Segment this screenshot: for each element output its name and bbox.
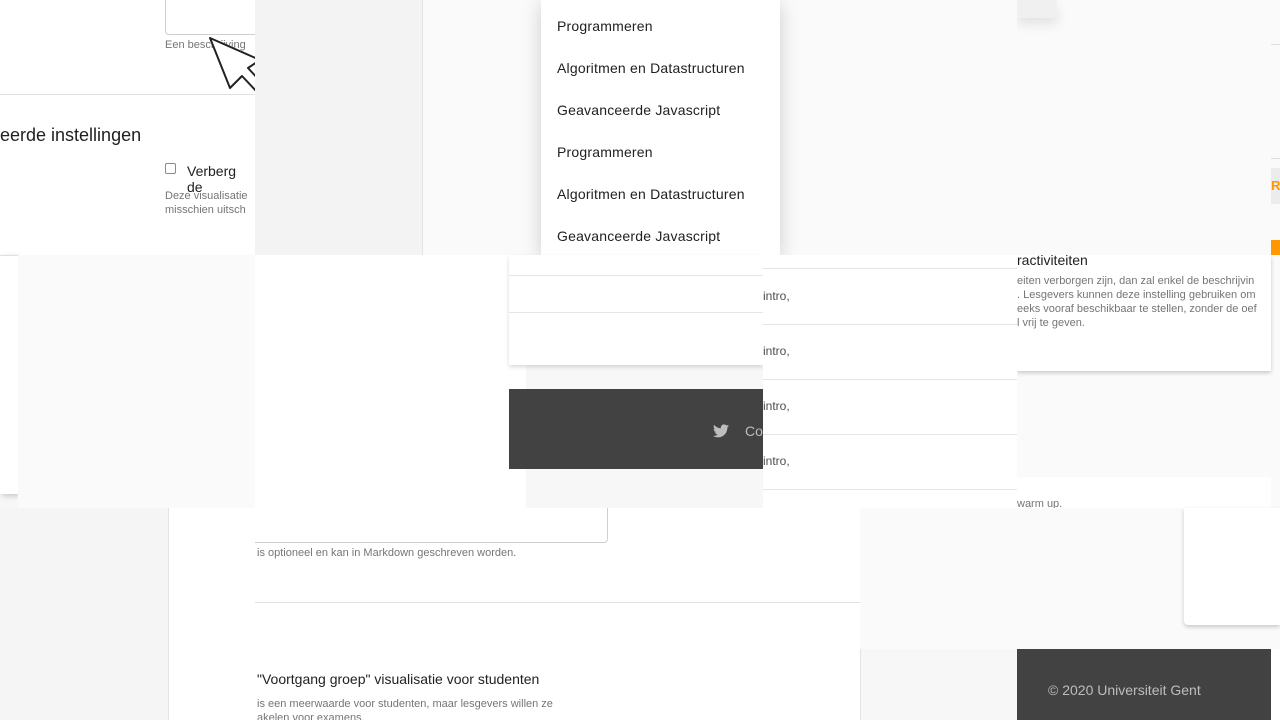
background-panel-white xyxy=(0,255,18,494)
hide-visualisation-checkbox[interactable] xyxy=(165,163,176,174)
menu-item-course[interactable]: Algoritmen en Datastructuren xyxy=(541,47,780,89)
help-text-4: l vrij te geven. xyxy=(1017,317,1085,329)
help-text-1: eiten verborgen zijn, dan zal enkel de b… xyxy=(1017,275,1255,287)
visualisation-checkbox-title[interactable]: "Voortgang groep" visualisatie voor stud… xyxy=(257,671,539,687)
right-middle-fragment: ractiviteiten eiten verborgen zijn, dan … xyxy=(1017,255,1280,508)
checkbox-label: ractiviteiten xyxy=(1017,255,1088,268)
menu-item-course[interactable]: Programmeren xyxy=(541,5,780,47)
background-panel-grey xyxy=(18,255,255,508)
menu-item-course[interactable]: Geavanceerde Javascript xyxy=(541,89,780,131)
help-text-2: akelen voor examens. xyxy=(257,712,365,720)
help-text-1: is een meerwaarde voor studenten, maar l… xyxy=(257,698,553,710)
menu-item-course[interactable]: Geavanceerde Javascript xyxy=(541,215,780,257)
copyright: © 2020 Universiteit Gent xyxy=(1048,682,1201,698)
list-item-text: intro, xyxy=(763,344,790,358)
menu-item-course[interactable]: Algoritmen en Datastructuren xyxy=(541,173,780,215)
accent-bar xyxy=(1271,240,1280,255)
footer-text[interactable]: Co xyxy=(745,423,763,439)
form-fragment-bottom: is optioneel en kan in Markdown geschrev… xyxy=(255,508,861,720)
help-text-2: misschien uitsch xyxy=(165,204,246,216)
divider xyxy=(1271,158,1280,159)
textarea-hint: is optioneel en kan in Markdown geschrev… xyxy=(257,547,517,559)
divider xyxy=(1271,44,1280,45)
accent-tab[interactable]: R xyxy=(1271,168,1280,204)
accent-tab-label: R xyxy=(1271,178,1280,193)
background-panel-grey xyxy=(0,508,256,720)
right-top-fragment: R xyxy=(1017,0,1280,255)
twitter-icon[interactable] xyxy=(713,424,729,438)
list-item-text: intro, xyxy=(763,399,790,413)
help-text-3: eeks vooraf beschikbaar te stellen, zond… xyxy=(1017,303,1257,315)
list-fragment xyxy=(509,255,763,365)
list-item[interactable]: intro, xyxy=(763,324,1017,380)
footer-middle: Co xyxy=(509,389,763,469)
footer: © 2020 Universiteit Gent xyxy=(1017,649,1271,720)
description-textarea[interactable] xyxy=(255,508,608,543)
list-item[interactable]: intro, xyxy=(763,379,1017,435)
course-dropdown-menu: Programmeren Algoritmen en Datastructure… xyxy=(541,0,780,255)
list-item[interactable]: intro, xyxy=(763,269,1017,325)
background-panel-white xyxy=(1271,649,1280,720)
activity-list: intro, intro, intro, intro, xyxy=(763,255,1017,508)
menu-item-course[interactable]: Programmeren xyxy=(541,131,780,173)
list-item[interactable]: intro, xyxy=(763,434,1017,490)
background-panel-grey xyxy=(255,0,422,255)
help-text-1: Deze visualisatie xyxy=(165,190,248,202)
divider xyxy=(255,602,860,603)
blank-panel xyxy=(255,255,526,508)
list-item-text: intro, xyxy=(763,289,790,303)
list-item-text: intro, xyxy=(763,454,790,468)
help-text-2: . Lesgevers kunnen deze instelling gebru… xyxy=(1017,289,1256,301)
warmup-text: warm up. xyxy=(1017,498,1063,508)
section-title: eerde instellingen xyxy=(0,125,142,145)
white-card xyxy=(1184,508,1280,625)
